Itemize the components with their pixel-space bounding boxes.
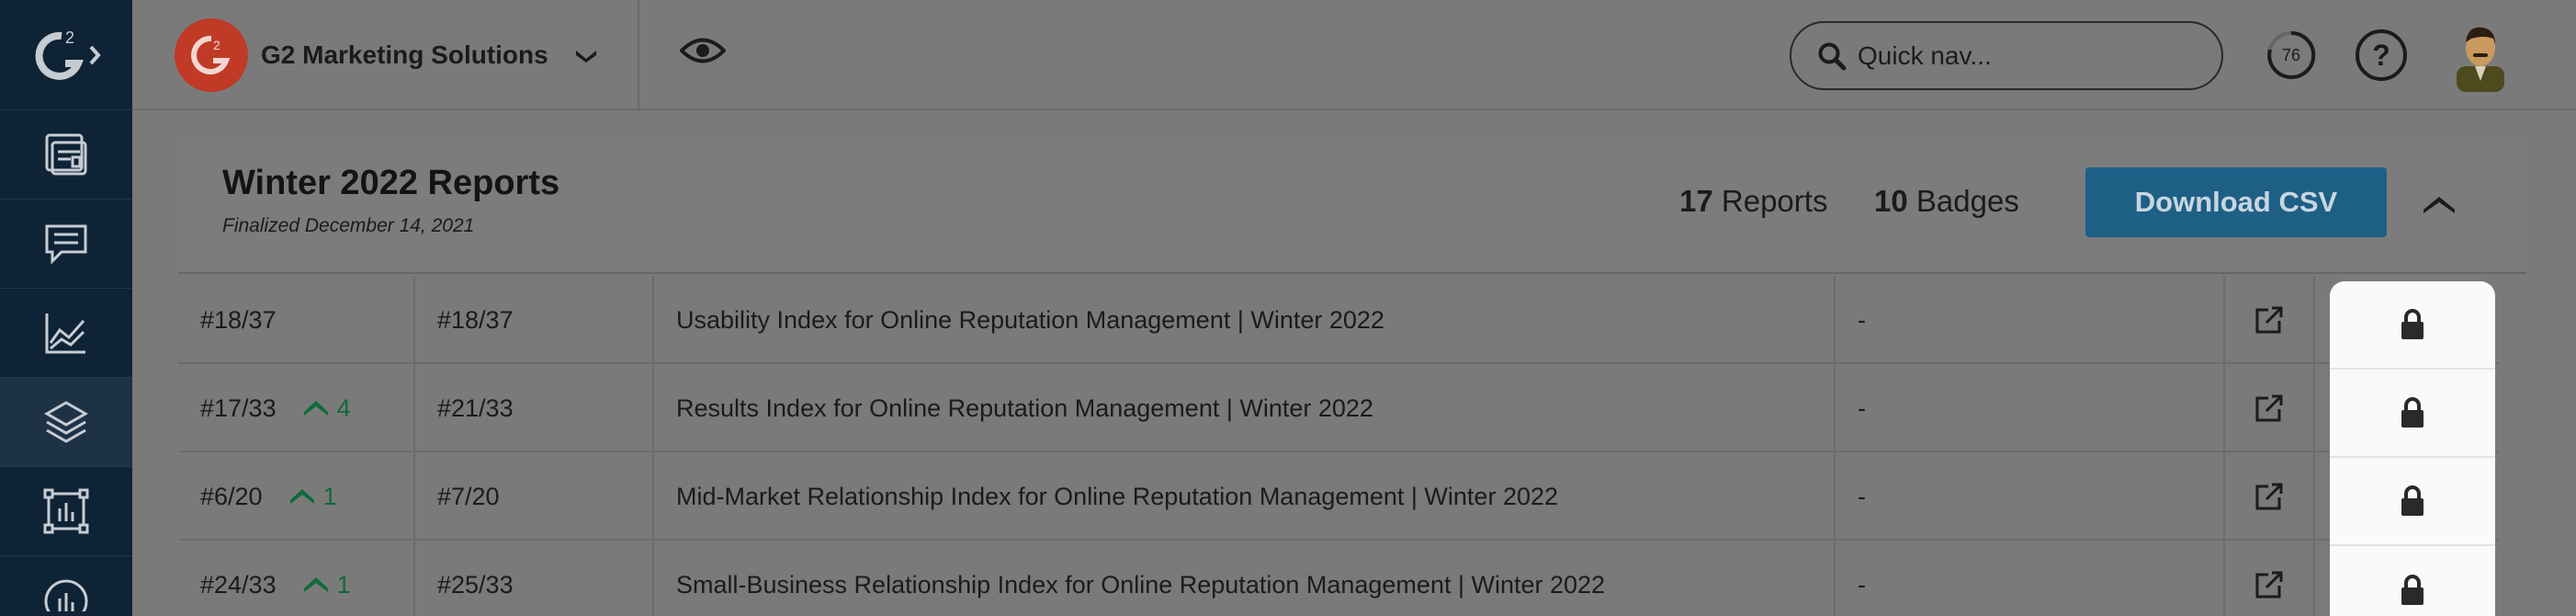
nav-analytics[interactable]	[0, 556, 132, 611]
report-name-cell: Results Index for Online Reputation Mana…	[654, 364, 1836, 452]
g2-brand-icon: 2	[191, 35, 231, 74]
chat-icon	[45, 224, 87, 265]
lock-button[interactable]	[2330, 458, 2495, 546]
lock-icon	[2401, 575, 2423, 605]
lock-button[interactable]	[2330, 546, 2495, 616]
rank-trend: 1	[303, 571, 351, 599]
trend-up-icon	[303, 577, 328, 592]
badge-cell: -	[1836, 452, 2225, 541]
lock-button[interactable]	[2330, 281, 2495, 370]
chevron-up-icon	[2423, 197, 2455, 213]
user-avatar[interactable]	[2444, 18, 2517, 92]
rank-trend: 1	[289, 483, 337, 511]
previous-rank-cell: #25/33	[415, 541, 654, 616]
badges-count: 10 Badges	[1874, 184, 2019, 218]
eye-icon[interactable]	[680, 37, 726, 64]
locked-badge-column	[2330, 281, 2495, 616]
trend-up-icon	[303, 401, 328, 416]
company-switcher[interactable]: 2 G2 Marketing Solutions	[175, 18, 596, 92]
analytics-icon	[44, 579, 88, 611]
search-placeholder: Quick nav...	[1858, 40, 1992, 70]
badge-cell: -	[1836, 541, 2225, 616]
nav-frame[interactable]	[0, 467, 132, 556]
svg-text:2: 2	[213, 38, 220, 52]
external-link-icon	[2255, 306, 2283, 334]
nav-dashboard[interactable]	[0, 110, 132, 200]
lock-icon	[2401, 397, 2423, 428]
g2-logo[interactable]: 2	[0, 0, 132, 110]
line-chart-icon	[45, 314, 85, 354]
divider	[638, 0, 639, 110]
rank-cell: #24/33 1	[178, 541, 415, 616]
report-name-cell: Small-Business Relationship Index for On…	[654, 541, 1836, 616]
collapse-button[interactable]	[2420, 184, 2458, 222]
quick-nav-search[interactable]: Quick nav...	[1790, 21, 2223, 90]
rank-cell: #6/20 1	[178, 452, 415, 541]
rank-trend: 4	[303, 394, 351, 423]
left-nav: 2	[0, 0, 132, 616]
table-row: #24/33 1 #25/33 Small-Business Relations…	[178, 541, 2499, 616]
progress-ring-icon: 76	[2267, 30, 2316, 79]
report-header-card: Winter 2022 Reports Finalized December 1…	[178, 136, 2526, 272]
nav-layers[interactable]	[0, 378, 132, 467]
help-label: ?	[2372, 38, 2390, 72]
reports-table: #18/37 #18/37 Usability Index for Online…	[178, 276, 2499, 616]
external-link-icon	[2255, 483, 2283, 510]
frame-chart-icon	[43, 488, 89, 534]
rank-cell: #18/37	[178, 276, 415, 364]
company-name: G2 Marketing Solutions	[261, 40, 548, 69]
download-csv-button[interactable]: Download CSV	[2085, 167, 2387, 237]
progress-value: 76	[2282, 46, 2300, 64]
trend-up-icon	[289, 489, 314, 504]
reports-count: 17 Reports	[1679, 184, 1828, 218]
table-row: #17/33 4 #21/33 Results Index for Online…	[178, 364, 2499, 452]
badge-cell: -	[1836, 364, 2225, 452]
finalized-date: Finalized December 14, 2021	[222, 215, 475, 236]
open-report-link[interactable]	[2225, 276, 2315, 364]
g2-logo-icon: 2	[35, 29, 101, 80]
lock-icon	[2401, 309, 2423, 339]
previous-rank-cell: #21/33	[415, 364, 654, 452]
report-name-cell: Mid-Market Relationship Index for Online…	[654, 452, 1836, 541]
previous-rank-cell: #18/37	[415, 276, 654, 364]
lock-button[interactable]	[2330, 370, 2495, 458]
company-logo: 2	[175, 18, 248, 92]
top-bar: 2 G2 Marketing Solutions Quick nav... 76…	[132, 0, 2576, 110]
nav-reviews[interactable]	[0, 200, 132, 289]
open-report-link[interactable]	[2225, 452, 2315, 541]
chevron-down-icon	[575, 51, 596, 63]
nav-reports[interactable]	[0, 289, 132, 378]
badge-cell: -	[1836, 276, 2225, 364]
table-row: #18/37 #18/37 Usability Index for Online…	[178, 276, 2499, 364]
open-report-link[interactable]	[2225, 364, 2315, 452]
help-button[interactable]: ?	[2356, 29, 2407, 81]
svg-text:2: 2	[65, 29, 74, 47]
report-name-cell: Usability Index for Online Reputation Ma…	[654, 276, 1836, 364]
dashboard-icon	[45, 133, 87, 176]
search-icon	[1818, 42, 1847, 70]
rank-cell: #17/33 4	[178, 364, 415, 452]
external-link-icon	[2255, 571, 2283, 599]
lock-icon	[2401, 485, 2423, 516]
page-title: Winter 2022 Reports	[222, 164, 560, 202]
previous-rank-cell: #7/20	[415, 452, 654, 541]
external-link-icon	[2255, 394, 2283, 422]
profile-progress[interactable]: 76	[2265, 29, 2317, 81]
open-report-link[interactable]	[2225, 541, 2315, 616]
table-row: #6/20 1 #7/20 Mid-Market Relationship In…	[178, 452, 2499, 541]
layers-icon	[43, 401, 89, 443]
